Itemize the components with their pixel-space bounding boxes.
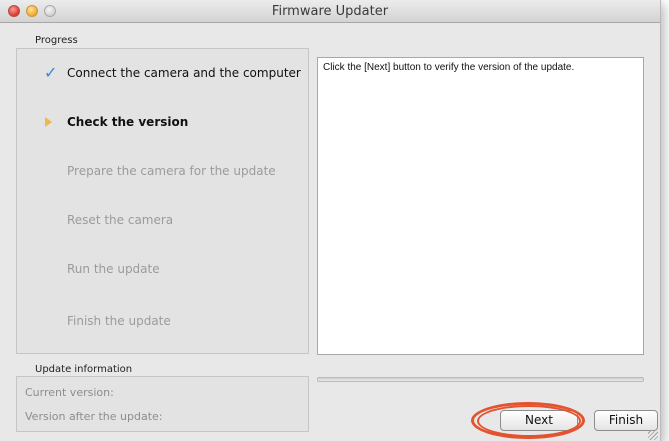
current-step-arrow-icon bbox=[45, 117, 52, 127]
step-prepare-camera: Prepare the camera for the update bbox=[17, 161, 307, 181]
firmware-updater-window: Firmware Updater Progress ✓ Connect the … bbox=[0, 0, 661, 441]
instruction-message-box: Click the [Next] button to verify the ve… bbox=[317, 57, 644, 355]
step-label: Run the update bbox=[67, 262, 160, 276]
version-after-update-label: Version after the update: bbox=[25, 410, 163, 423]
update-progress-bar bbox=[317, 377, 644, 382]
step-check-version: Check the version bbox=[17, 112, 307, 132]
step-finish-update: Finish the update bbox=[17, 311, 307, 331]
instruction-text: Click the [Next] button to verify the ve… bbox=[323, 62, 575, 73]
step-connect: ✓ Connect the camera and the computer bbox=[17, 63, 307, 83]
step-label: Finish the update bbox=[67, 314, 171, 328]
step-label: Prepare the camera for the update bbox=[67, 164, 276, 178]
title-bar: Firmware Updater bbox=[0, 0, 660, 23]
update-info-section-label: Update information bbox=[35, 364, 133, 375]
step-run-update: Run the update bbox=[17, 259, 307, 279]
step-label: Connect the camera and the computer bbox=[67, 66, 301, 80]
window-title: Firmware Updater bbox=[271, 4, 389, 19]
step-reset-camera: Reset the camera bbox=[17, 210, 307, 230]
step-label: Reset the camera bbox=[67, 213, 174, 227]
resize-grip[interactable] bbox=[648, 430, 658, 440]
current-version-label: Current version: bbox=[25, 386, 114, 399]
finish-button[interactable]: Finish bbox=[594, 410, 658, 431]
progress-panel: ✓ Connect the camera and the computer Ch… bbox=[16, 48, 309, 354]
step-label: Check the version bbox=[67, 115, 189, 129]
update-info-panel: Current version: Version after the updat… bbox=[16, 376, 309, 432]
check-icon: ✓ bbox=[44, 63, 58, 82]
next-button[interactable]: Next bbox=[500, 410, 578, 431]
progress-section-label: Progress bbox=[35, 35, 78, 46]
